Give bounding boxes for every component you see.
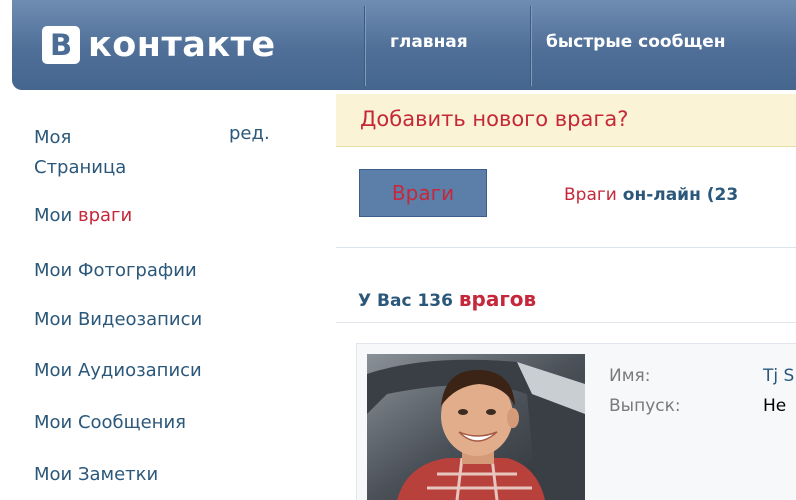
top-header: В контакте главная быстрые сообщен xyxy=(12,0,796,90)
nav-divider xyxy=(530,6,531,86)
enemy-count-heading: У Вас 136 врагов xyxy=(358,287,536,311)
count-word: врагов xyxy=(458,287,537,311)
sidebar-item-audio[interactable]: Мои Аудиозаписи xyxy=(34,360,202,381)
add-enemy-link[interactable]: Добавить нового врага? xyxy=(360,107,628,131)
nav-quick-messages[interactable]: быстрые сообщен xyxy=(546,32,726,52)
tab-enemies-online[interactable]: Враги он-лайн (23 xyxy=(564,185,738,205)
sidebar-item-videos[interactable]: Мои Видеозаписи xyxy=(34,309,202,330)
tab-online-label: Враги xyxy=(564,185,617,205)
vk-logo[interactable]: В контакте xyxy=(42,20,276,70)
sidebar-item-label: Мои xyxy=(34,205,78,226)
nav-home[interactable]: главная xyxy=(390,32,468,52)
edit-link[interactable]: ред. xyxy=(229,123,270,144)
sidebar-item-notes[interactable]: Мои Заметки xyxy=(34,464,158,485)
sidebar-item-label: Моя Страница xyxy=(34,127,127,178)
notice-bar: Добавить нового врага? xyxy=(336,94,796,147)
nav-divider xyxy=(364,6,365,86)
tabs-bar: Враги Враги он-лайн (23 xyxy=(336,147,796,248)
sidebar-item-photos[interactable]: Мои Фотографии xyxy=(34,260,197,281)
name-value[interactable]: Tj S xyxy=(763,366,794,386)
sidebar-item-highlight: враги xyxy=(77,205,133,226)
profile-card: Имя: Tj S Выпуск: Не xyxy=(356,343,796,500)
logo-text: контакте xyxy=(88,25,276,65)
person-photo-illustration xyxy=(367,354,585,500)
section-divider xyxy=(336,322,796,323)
tab-enemies[interactable]: Враги xyxy=(359,169,487,217)
count-prefix: У Вас 136 xyxy=(358,291,459,311)
sidebar-item-my-page[interactable]: Моя Страница xyxy=(34,123,126,183)
graduation-label: Выпуск: xyxy=(609,396,681,416)
logo-letter: В xyxy=(42,26,80,64)
name-label: Имя: xyxy=(609,366,651,386)
sidebar-item-messages[interactable]: Мои Сообщения xyxy=(34,412,186,433)
graduation-value: Не xyxy=(763,396,787,416)
profile-photo[interactable] xyxy=(367,354,585,500)
tab-online-count: он-лайн (23 xyxy=(616,185,739,205)
sidebar-item-my-enemies[interactable]: Мои враги xyxy=(34,205,132,226)
